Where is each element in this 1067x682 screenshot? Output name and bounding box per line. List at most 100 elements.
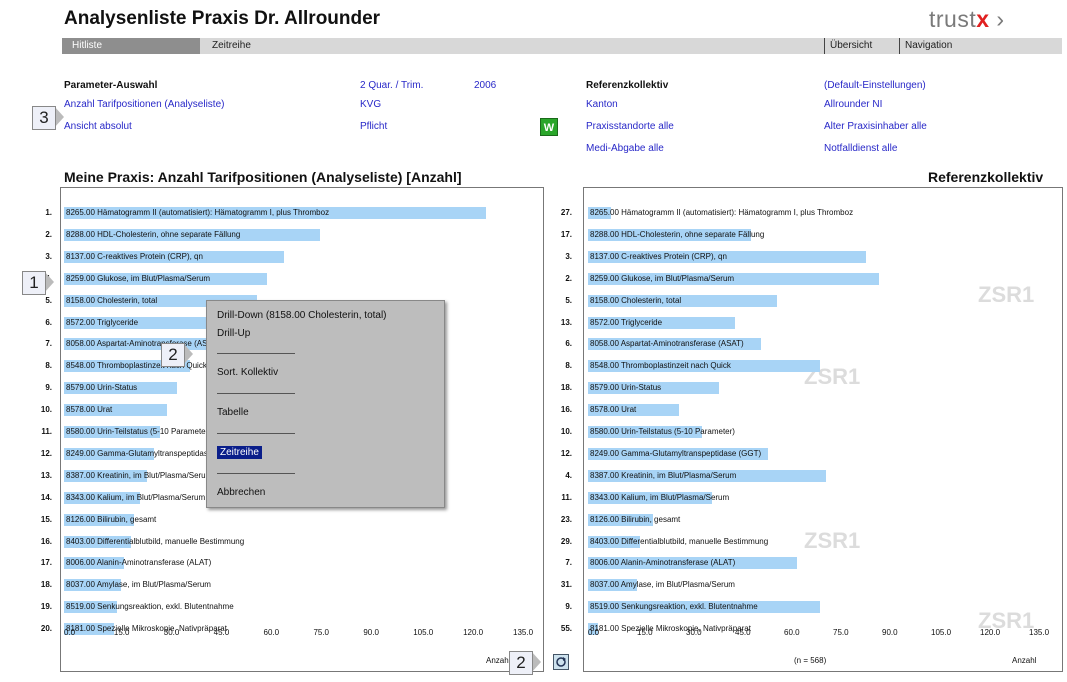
menu-item-zeitreihe[interactable]: Zeitreihe [217, 446, 262, 459]
left-chart-bar-label[interactable]: 8058.00 Aspartat-Aminotransferase (ASAT) [66, 339, 220, 348]
param-period-link[interactable]: 2 Quar. / Trim. [360, 80, 423, 91]
right-chart-bar-label[interactable]: 8058.00 Aspartat-Aminotransferase (ASAT) [590, 339, 744, 348]
ref-kanton-value-link[interactable]: Allrounder NI [824, 99, 882, 110]
right-chart-bar-label[interactable]: 8006.00 Alanin-Aminotransferase (ALAT) [590, 558, 735, 567]
ref-notfall-link[interactable]: Notfalldienst alle [824, 143, 897, 154]
ref-standorte-link[interactable]: Praxisstandorte alle [586, 121, 674, 132]
menu-separator [217, 473, 295, 474]
right-chart-bar-label[interactable]: 8158.00 Cholesterin, total [590, 296, 681, 305]
left-chart-bar-label[interactable]: 8572.00 Triglyceride [66, 318, 138, 327]
right-chart-bar-label[interactable]: 8126.00 Bilirubin, gesamt [590, 515, 680, 524]
right-chart-bar-label[interactable]: 8548.00 Thromboplastinzeit nach Quick [590, 361, 731, 370]
nav-navigation[interactable]: Navigation [905, 38, 952, 54]
left-chart-bar-label[interactable]: 8343.00 Kalium, im Blut/Plasma/Serum [66, 493, 205, 502]
right-chart-rank-label: 9. [565, 602, 572, 612]
right-chart-bar-label[interactable]: 8387.00 Kreatinin, im Blut/Plasma/Serum [590, 471, 736, 480]
left-chart-rank-label: 16. [40, 536, 52, 546]
right-chart-tick-label: 30.0 [686, 628, 702, 637]
w-button[interactable]: W [540, 118, 558, 136]
menu-item-zeitreihe-label[interactable]: Zeitreihe [217, 446, 262, 459]
right-chart-rank-label: 27. [560, 208, 572, 217]
left-chart-rank-label: 19. [40, 602, 52, 612]
right-chart-bar-label[interactable]: 8579.00 Urin-Status [590, 383, 661, 392]
right-chart-bar-label[interactable]: 8578.00 Urat [590, 405, 636, 414]
right-chart-bar-label[interactable]: 8403.00 Differentialblutbild, manuelle B… [590, 537, 768, 546]
left-chart-bar-label[interactable]: 8126.00 Bilirubin, gesamt [66, 515, 156, 524]
refresh-icon[interactable] [553, 654, 569, 670]
right-chart-bar-label[interactable]: 8249.00 Gamma-Glutamyltranspeptidase (GG… [590, 449, 761, 458]
right-chart-rank-label: 6. [565, 339, 572, 349]
left-chart-bar-label[interactable]: 8580.00 Urin-Teilstatus (5-10 Parameter) [66, 427, 211, 436]
left-chart-bar-label[interactable]: 8579.00 Urin-Status [66, 383, 137, 392]
right-chart-bar-label[interactable]: 8519.00 Senkungsreaktion, exkl. Blutentn… [590, 602, 758, 611]
right-chart-rank-label: 17. [560, 229, 572, 239]
context-menu: Drill-Down (8158.00 Cholesterin, total) … [206, 300, 445, 508]
right-chart-tick-label: 105.0 [931, 628, 952, 637]
left-chart-bar-label[interactable]: 8265.00 Hämatogramm II (automatisiert): … [66, 208, 329, 217]
right-chart-bar-label[interactable]: 8580.00 Urin-Teilstatus (5-10 Parameter) [590, 427, 735, 436]
left-chart-rank-label: 6. [45, 317, 52, 327]
menu-item-drill-down[interactable]: Drill-Down (8158.00 Cholesterin, total) [217, 310, 387, 321]
left-chart-bar-label[interactable]: 8137.00 C-reaktives Protein (CRP), qn [66, 252, 203, 261]
tab-hitliste[interactable]: Hitliste [62, 38, 200, 54]
nav-uebersicht[interactable]: Übersicht [830, 38, 872, 54]
right-chart-bar-label[interactable]: 8343.00 Kalium, im Blut/Plasma/Serum [590, 493, 729, 502]
right-chart-rank-label: 11. [561, 492, 572, 502]
left-chart-tick-label: 0.0 [64, 628, 76, 637]
left-chart-rank-label: 17. [40, 558, 52, 568]
ref-default-link[interactable]: (Default-Einstellungen) [824, 80, 926, 91]
left-chart-rank-label: 10. [40, 405, 52, 415]
right-chart-rank-label: 13. [560, 317, 572, 327]
left-chart-bar-label[interactable]: 8181.00 Spezielle Mikroskopie, Nativpräp… [66, 624, 227, 633]
right-chart-rank-label: 5. [565, 295, 572, 305]
nav-divider [824, 38, 825, 54]
param-anzahl-link[interactable]: Anzahl Tarifpositionen (Analyseliste) [64, 99, 224, 110]
menu-item-sort-kollektiv[interactable]: Sort. Kollektiv [217, 367, 278, 378]
ref-kanton-link[interactable]: Kanton [586, 99, 618, 110]
left-chart-rank-label: 14. [40, 492, 52, 502]
left-chart-tick-label: 120.0 [463, 628, 484, 637]
right-chart-bar-label[interactable]: 8288.00 HDL-Cholesterin, ohne separate F… [590, 230, 764, 239]
left-chart-bar-label[interactable]: 8403.00 Differentialblutbild, manuelle B… [66, 537, 244, 546]
left-chart-bar-label[interactable]: 8037.00 Amylase, im Blut/Plasma/Serum [66, 580, 211, 589]
ref-medi-link[interactable]: Medi-Abgabe alle [586, 143, 664, 154]
right-chart-bar-label[interactable]: 8037.00 Amylase, im Blut/Plasma/Serum [590, 580, 735, 589]
left-chart-bar-label[interactable]: 8387.00 Kreatinin, im Blut/Plasma/Serum [66, 471, 212, 480]
left-chart-bar-label[interactable]: 8288.00 HDL-Cholesterin, ohne separate F… [66, 230, 240, 239]
right-chart-bar-label[interactable]: 8137.00 C-reaktives Protein (CRP), qn [590, 252, 727, 261]
menu-item-drill-up[interactable]: Drill-Up [217, 328, 250, 339]
left-chart-bar-label[interactable]: 8158.00 Cholesterin, total [66, 296, 157, 305]
right-axis-label: Anzahl [1012, 656, 1037, 665]
left-axis-label: Anzahl [486, 656, 511, 665]
param-ansicht-link[interactable]: Ansicht absolut [64, 121, 132, 132]
left-chart-rank-label: 9. [45, 383, 52, 393]
left-chart-rank-label: 3. [45, 251, 52, 261]
param-heading: Parameter-Auswahl [64, 80, 158, 91]
right-chart-bar-label[interactable]: 8259.00 Glukose, im Blut/Plasma/Serum [590, 274, 734, 283]
right-chart-tick-label: 90.0 [882, 628, 898, 637]
watermark: ZSR1 [804, 528, 861, 553]
callout-marker-3: 3 [32, 106, 56, 130]
right-chart-rank-label: 10. [560, 427, 572, 436]
tab-zeitreihe[interactable]: Zeitreihe [212, 38, 251, 54]
left-chart-rank-label: 5. [45, 295, 52, 305]
right-chart-rank-label: 29. [560, 536, 572, 546]
left-chart-bar-label[interactable]: 8006.00 Alanin-Aminotransferase (ALAT) [66, 558, 211, 567]
left-chart-rank-label: 8. [45, 361, 52, 371]
param-year-link[interactable]: 2006 [474, 80, 496, 91]
right-chart-bar-label[interactable]: 8572.00 Triglyceride [590, 318, 662, 327]
menu-item-abbrechen[interactable]: Abbrechen [217, 487, 265, 498]
param-pflicht-link[interactable]: Pflicht [360, 121, 387, 132]
left-chart-bar-label[interactable]: 8519.00 Senkungsreaktion, exkl. Blutentn… [66, 602, 234, 611]
left-chart-rank-label: 15. [40, 514, 52, 524]
n-label: (n = 568) [794, 656, 827, 665]
right-chart-bar-label[interactable]: 8265.00 Hämatogramm II (automatisiert): … [590, 208, 853, 217]
refresh-icon-glyph [556, 657, 566, 667]
left-chart-bar-label[interactable]: 8259.00 Glukose, im Blut/Plasma/Serum [66, 274, 210, 283]
param-kvg-link[interactable]: KVG [360, 99, 381, 110]
left-chart-bar-label[interactable]: 8578.00 Urat [66, 405, 112, 414]
ref-alter-link[interactable]: Alter Praxisinhaber alle [824, 121, 927, 132]
right-chart-bar-label[interactable]: 8181.00 Spezielle Mikroskopie, Nativpräp… [590, 624, 751, 633]
menu-separator [217, 433, 295, 434]
menu-item-tabelle[interactable]: Tabelle [217, 407, 249, 418]
